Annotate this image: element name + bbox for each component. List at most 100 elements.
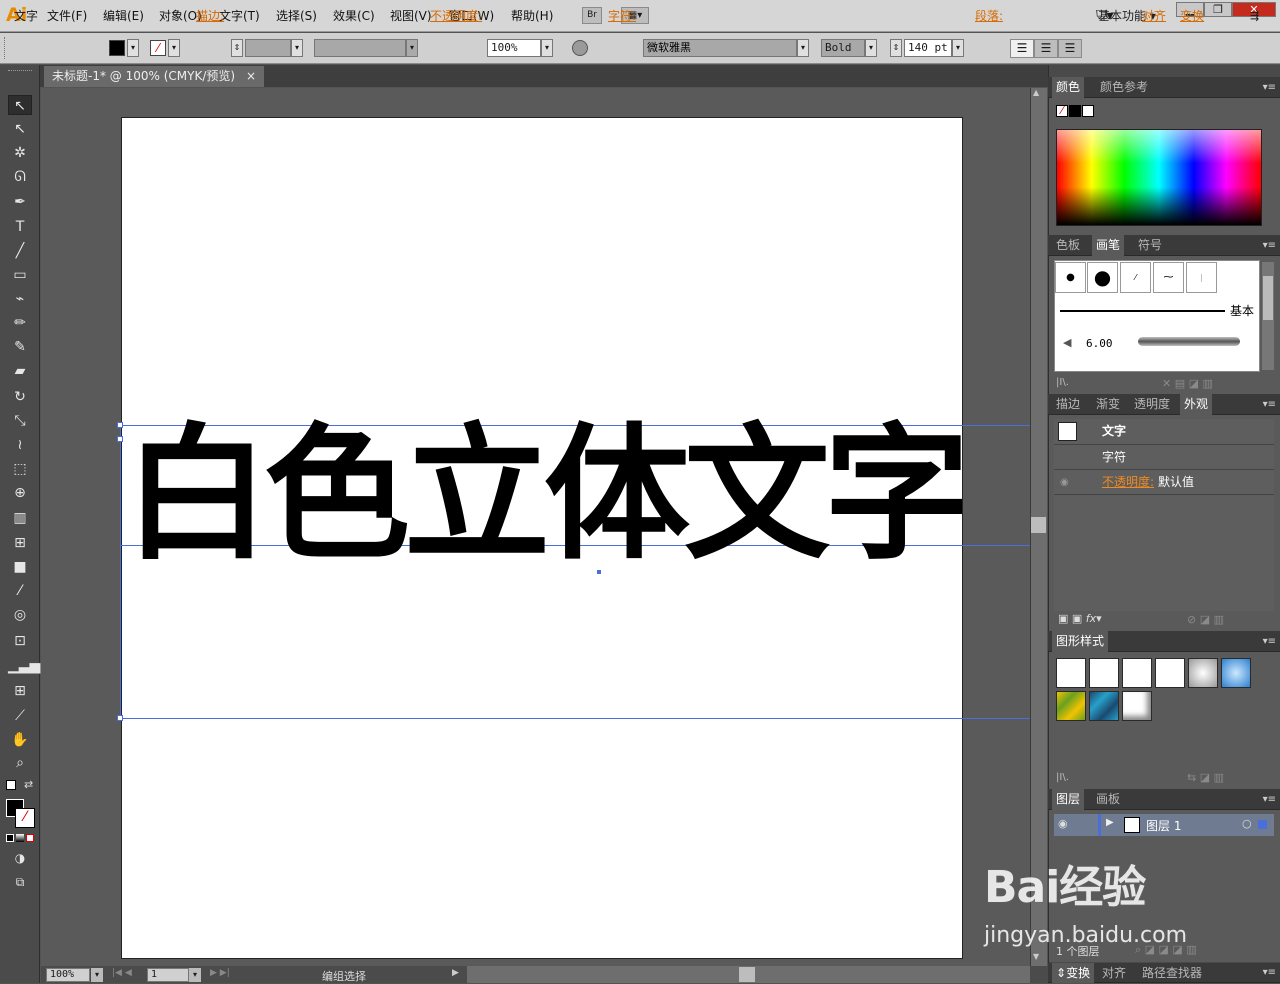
artboard-tool-icon[interactable]: ⊞ — [8, 681, 32, 701]
paintbrush-tool-icon[interactable]: ⌁ — [8, 289, 32, 309]
symbol-sprayer-tool-icon[interactable]: ⊡ — [8, 631, 32, 651]
status-menu-icon[interactable]: ▶ — [452, 968, 459, 978]
screen-mode-icon[interactable]: ⧉ — [8, 872, 32, 892]
panel-menu-icon[interactable]: ▾≡ — [1263, 789, 1276, 810]
tab-graphic-styles[interactable]: 图形样式 — [1052, 631, 1109, 652]
last-artboard-icon[interactable]: ▶ ▶| — [210, 968, 230, 978]
charcoal-brush-stroke[interactable] — [1138, 337, 1240, 346]
graphic-style-shadow[interactable] — [1122, 691, 1152, 721]
opacity-label[interactable]: 不透明度: — [430, 7, 482, 25]
layer-expand-icon[interactable]: ▶ — [1106, 817, 1114, 828]
menu-view[interactable]: 视图(V) — [390, 8, 432, 24]
layer-visibility-eye-icon[interactable]: ◉ — [1058, 817, 1068, 830]
tab-color-guide[interactable]: 颜色参考 — [1096, 77, 1152, 98]
black-swatch[interactable] — [1069, 105, 1081, 117]
fill-dropdown-icon[interactable]: ▾ — [127, 39, 139, 57]
panel-menu-icon[interactable]: ▾≡ — [1263, 394, 1276, 415]
font-size-stepper[interactable]: ⇕ — [890, 39, 902, 57]
font-family-dropdown-icon[interactable]: ▾ — [797, 39, 809, 57]
maximize-button[interactable]: ❐ — [1204, 2, 1232, 17]
zoom-field[interactable]: 100% — [46, 968, 90, 982]
tab-color[interactable]: 颜色 — [1052, 77, 1085, 98]
graphic-style-none[interactable] — [1089, 658, 1119, 688]
eraser-tool-icon[interactable]: ▰ — [8, 361, 32, 381]
tab-stroke[interactable]: 描边 — [1052, 394, 1084, 415]
align-left-icon[interactable]: ☰ — [1010, 39, 1034, 58]
brush-dropdown-icon[interactable]: ▾ — [406, 39, 418, 57]
type-tool-icon[interactable]: T — [8, 217, 32, 237]
horizontal-scroll-thumb[interactable] — [739, 967, 755, 982]
direct-selection-tool-icon[interactable]: ↖ — [8, 119, 32, 139]
align-center-icon[interactable]: ☰ — [1034, 39, 1058, 58]
warp-tool-icon[interactable]: ≀ — [8, 435, 32, 455]
basic-brush-stroke[interactable] — [1060, 310, 1225, 312]
bridge-button[interactable]: Br — [582, 7, 602, 24]
gradient-mode-icon[interactable] — [16, 834, 24, 842]
layer-name[interactable]: 图层 1 — [1146, 817, 1181, 834]
align-right-icon[interactable]: ☰ — [1058, 39, 1082, 58]
brush-dot-large[interactable]: ● — [1087, 262, 1118, 293]
visibility-eye-icon[interactable]: ◉ — [1060, 470, 1069, 495]
align-link[interactable]: 对齐 — [1142, 7, 1166, 25]
default-colors-icon[interactable] — [6, 780, 16, 790]
drawing-mode-icon[interactable]: ◑ — [8, 848, 32, 868]
tab-artboards[interactable]: 画板 — [1092, 789, 1124, 810]
rectangle-tool-icon[interactable]: ▭ — [8, 265, 32, 285]
line-tool-icon[interactable]: ╱ — [8, 241, 32, 261]
scale-tool-icon[interactable]: ⤡ — [8, 411, 32, 431]
zoom-tool-icon[interactable]: ⌕ — [8, 753, 32, 773]
stroke-swatch[interactable]: ⁄ — [150, 40, 166, 56]
brush-calligraphic-2[interactable]: ⁓ — [1153, 262, 1184, 293]
first-artboard-icon[interactable]: |◀ ◀ — [112, 968, 132, 978]
selection-handle[interactable] — [117, 436, 123, 442]
pencil-tool-icon[interactable]: ✏ — [8, 313, 32, 333]
fill-swatch[interactable] — [109, 40, 125, 56]
menu-help[interactable]: 帮助(H) — [511, 8, 553, 24]
brush-footer-icons[interactable]: ✕ ▤ ◪ ▥ — [1162, 377, 1213, 390]
blend-tool-icon[interactable]: ◎ — [8, 605, 32, 625]
scroll-up-icon[interactable]: ▲ — [1033, 88, 1039, 97]
paragraph-label[interactable]: 段落: — [975, 7, 1003, 25]
panel-menu-icon[interactable]: ▾≡ — [1263, 77, 1276, 98]
status-info[interactable]: 编组选择 — [322, 968, 366, 984]
tab-symbols[interactable]: 符号 — [1134, 235, 1166, 256]
color-spectrum[interactable] — [1056, 129, 1262, 226]
brush-calligraphic-1[interactable]: ⁄ — [1120, 262, 1151, 293]
tab-swatches[interactable]: 色板 — [1052, 235, 1084, 256]
character-label[interactable]: 字符: — [608, 7, 636, 25]
brush-dot-small[interactable]: ● — [1055, 262, 1086, 293]
panel-menu-icon[interactable]: ▾≡ — [1263, 631, 1276, 652]
appearance-row-characters[interactable]: 字符 — [1054, 445, 1274, 470]
brush-calligraphic-3[interactable]: | — [1186, 262, 1217, 293]
graphic-style-blue-gradient[interactable] — [1221, 658, 1251, 688]
perspective-grid-tool-icon[interactable]: ▥ — [8, 508, 32, 528]
vertical-scroll-thumb[interactable] — [1031, 517, 1046, 533]
graphic-style-water-pattern[interactable] — [1089, 691, 1119, 721]
stroke-color-icon[interactable]: ⁄ — [15, 808, 35, 828]
rotate-tool-icon[interactable]: ↻ — [8, 387, 32, 407]
graphic-style-default[interactable] — [1056, 658, 1086, 688]
opacity-dropdown-icon[interactable]: ▾ — [541, 39, 553, 57]
stroke-weight-dropdown-icon[interactable]: ▾ — [291, 39, 303, 57]
font-family-field[interactable]: 微软雅黑 — [643, 39, 797, 57]
hand-tool-icon[interactable]: ✋ — [8, 730, 32, 750]
lasso-tool-icon[interactable]: ᘏ — [8, 167, 32, 187]
font-size-field[interactable]: 140 pt — [904, 39, 952, 57]
blob-brush-tool-icon[interactable]: ✎ — [8, 337, 32, 357]
menu-file[interactable]: 文件(F) — [47, 8, 87, 24]
pen-tool-icon[interactable]: ✒ — [8, 192, 32, 212]
artboard-number-field[interactable]: 1 — [147, 968, 189, 982]
appearance-footer-icons[interactable]: ▣ ▣ fx▾ — [1058, 612, 1102, 625]
artwork-text[interactable]: 白色立体文字 — [124, 405, 970, 585]
layer-selection-indicator[interactable] — [1258, 820, 1267, 829]
brush-library-icon[interactable]: |I\. — [1056, 377, 1069, 388]
color-mode-icon[interactable] — [6, 834, 14, 842]
artboard-dropdown-icon[interactable]: ▾ — [189, 968, 201, 982]
eyedropper-tool-icon[interactable]: ⁄ — [8, 581, 32, 601]
brush-scroll-thumb[interactable] — [1263, 276, 1273, 320]
tab-align[interactable]: 对齐 — [1098, 963, 1130, 983]
mesh-tool-icon[interactable]: ⊞ — [8, 533, 32, 553]
white-swatch[interactable] — [1082, 105, 1094, 117]
menu-effect[interactable]: 效果(C) — [333, 8, 375, 24]
tab-close-icon[interactable]: × — [246, 66, 256, 87]
